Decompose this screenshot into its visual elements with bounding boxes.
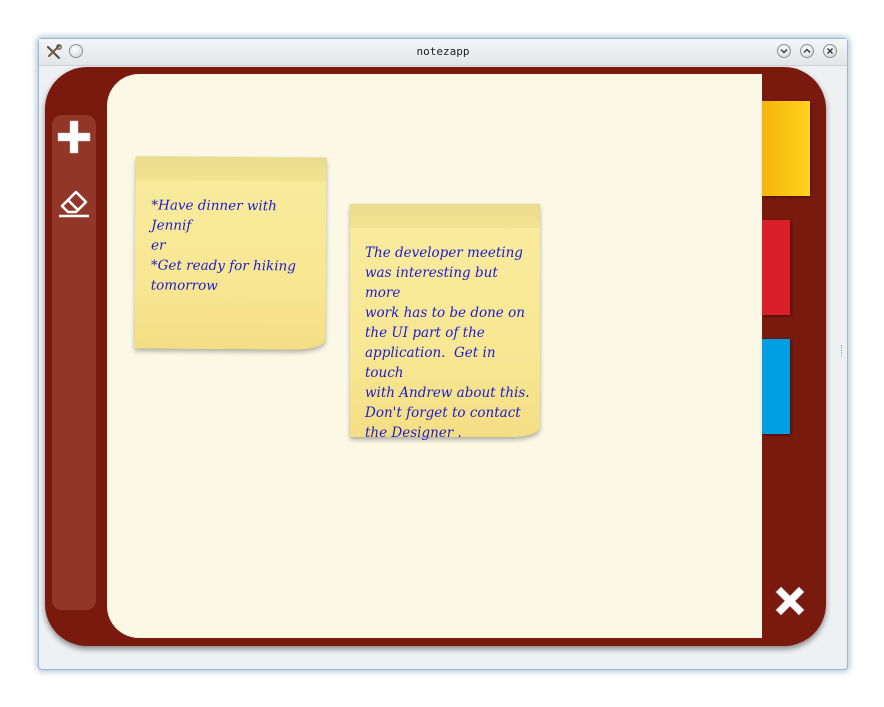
- note-header-strip[interactable]: [135, 156, 327, 182]
- window-title: notezapp: [416, 45, 470, 58]
- chevron-down-icon[interactable]: [777, 44, 791, 58]
- note-text[interactable]: The developer meeting was interesting bu…: [365, 243, 537, 443]
- color-tab-yellow[interactable]: [762, 101, 810, 196]
- note-text[interactable]: *Have dinner with Jennif er *Get ready f…: [151, 195, 320, 296]
- resize-grip[interactable]: [841, 345, 844, 357]
- close-x-icon[interactable]: [772, 583, 808, 619]
- close-icon[interactable]: [823, 44, 837, 58]
- color-tab-red[interactable]: [762, 220, 790, 315]
- note-header-strip[interactable]: [350, 204, 540, 228]
- chevron-up-icon[interactable]: [800, 44, 814, 58]
- sticky-note[interactable]: The developer meeting was interesting bu…: [350, 204, 540, 441]
- color-tab-blue[interactable]: [762, 339, 790, 434]
- title-bar[interactable]: notezapp: [39, 39, 847, 66]
- eraser-icon[interactable]: [56, 184, 92, 220]
- plus-icon[interactable]: [56, 119, 92, 155]
- sticky-note[interactable]: *Have dinner with Jennif er *Get ready f…: [134, 156, 327, 350]
